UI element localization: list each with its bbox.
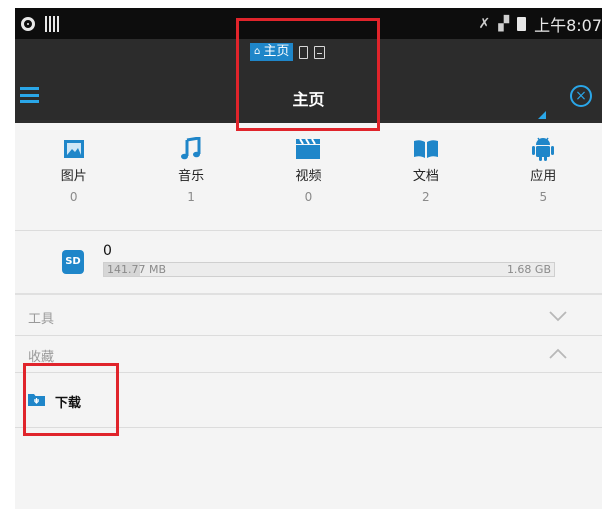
chevron-down-icon — [549, 311, 567, 322]
section-tools[interactable]: 工具 — [15, 299, 602, 333]
category-count: 0 — [304, 190, 313, 204]
screen-record-icon — [21, 17, 35, 31]
category-count: 0 — [69, 190, 78, 204]
sd-card-icon: SD — [62, 250, 84, 274]
divider — [15, 335, 602, 336]
no-sim-signal-icon: ▞ — [498, 16, 510, 32]
category-label: 图片 — [60, 169, 87, 184]
storage-name[interactable]: 0 — [103, 243, 112, 259]
storage-usage-bar[interactable]: 141.77 MB 1.68 GB — [103, 262, 555, 277]
divider — [15, 230, 602, 231]
category-grid: 图片 0 音乐 1 视频 0 文档 2 应用 5 — [15, 135, 602, 225]
book-icon — [413, 135, 439, 163]
barcode-icon — [45, 16, 59, 32]
category-video[interactable]: 视频 0 — [250, 135, 367, 225]
storage-total: 1.68 GB — [506, 263, 551, 276]
storage-used: 141.77 MB — [107, 263, 167, 276]
mute-icon: ✗ — [478, 16, 491, 32]
clapperboard-icon — [295, 135, 321, 163]
category-count: 5 — [539, 190, 548, 204]
android-icon — [531, 135, 555, 163]
category-count: 2 — [422, 190, 430, 204]
chevron-up-icon — [549, 348, 567, 359]
status-time: 上午8:07 — [534, 16, 602, 35]
category-apps[interactable]: 应用 5 — [485, 135, 602, 225]
music-note-icon — [180, 135, 202, 163]
annotation-box-title — [236, 18, 380, 131]
category-count: 1 — [187, 190, 195, 204]
category-label: 音乐 — [178, 169, 205, 184]
section-tools-label: 工具 — [28, 312, 55, 327]
category-music[interactable]: 音乐 1 — [132, 135, 249, 225]
category-documents[interactable]: 文档 2 — [367, 135, 484, 225]
divider — [15, 293, 602, 295]
category-label: 文档 — [412, 169, 439, 184]
battery-icon — [517, 17, 527, 31]
image-icon — [63, 135, 85, 163]
category-images[interactable]: 图片 0 — [15, 135, 132, 225]
close-icon[interactable]: × — [570, 85, 592, 107]
corner-indicator — [538, 111, 546, 119]
annotation-box-favorite — [23, 363, 119, 436]
category-label: 视频 — [295, 169, 322, 184]
category-label: 应用 — [530, 169, 557, 184]
